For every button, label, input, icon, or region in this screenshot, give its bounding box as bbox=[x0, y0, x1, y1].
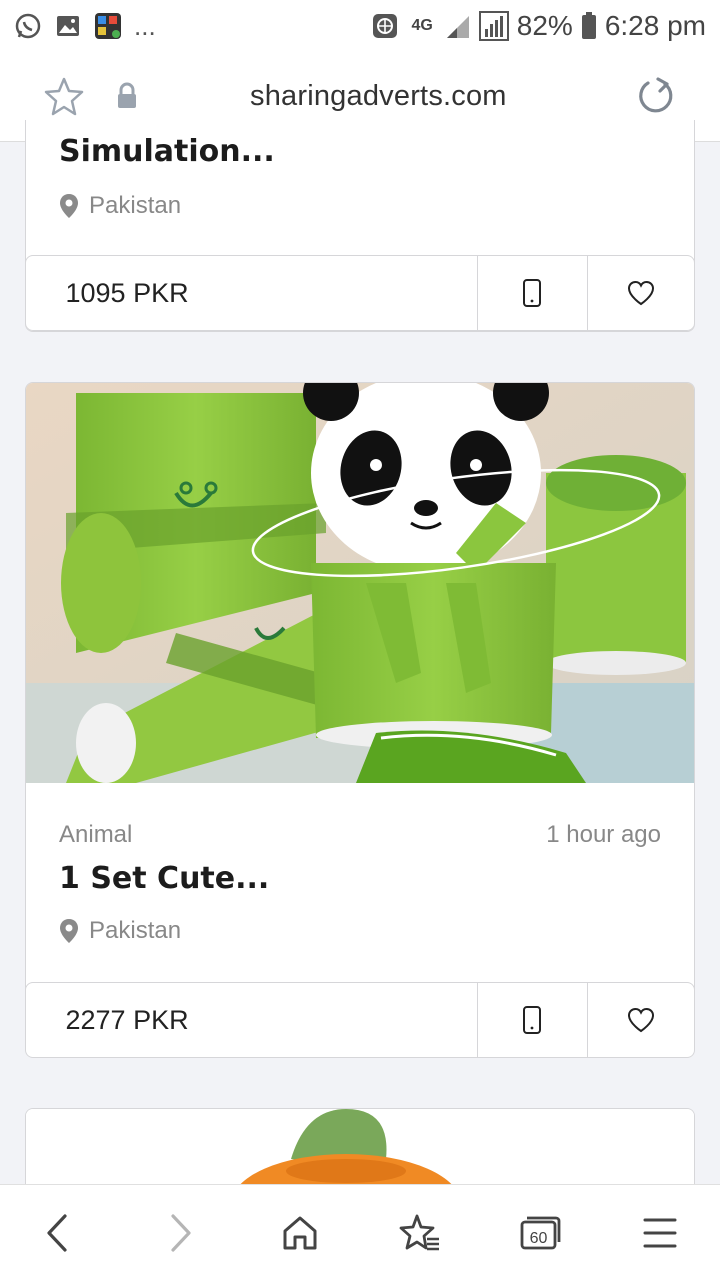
lock-icon[interactable] bbox=[116, 82, 138, 110]
forward-button[interactable] bbox=[158, 1211, 202, 1255]
price: 2277 PKR bbox=[26, 983, 478, 1057]
listing-title[interactable]: 1 Set Cute... bbox=[59, 861, 269, 896]
whatsapp-icon bbox=[15, 13, 41, 39]
listing-card[interactable]: Animal 1 hour ago 1 Set Cute... Pakistan… bbox=[25, 382, 695, 1058]
listing-location: Pakistan bbox=[59, 917, 181, 945]
bookmarks-button[interactable] bbox=[398, 1211, 442, 1255]
listing-posted-time: 1 hour ago bbox=[546, 821, 661, 848]
tabs-count: 60 bbox=[530, 1230, 548, 1247]
listing-location: Pakistan bbox=[59, 192, 181, 220]
reload-icon[interactable] bbox=[636, 76, 676, 116]
tabs-button[interactable]: 60 bbox=[518, 1211, 562, 1255]
hamburger-menu-icon bbox=[643, 1218, 677, 1248]
listing-action-bar: 2277 PKR bbox=[26, 982, 694, 1057]
back-arrow-icon bbox=[47, 1214, 67, 1252]
location-text: Pakistan bbox=[89, 192, 182, 219]
favorite-button[interactable] bbox=[588, 256, 694, 330]
signal-icon-2 bbox=[478, 11, 509, 41]
forward-arrow-icon bbox=[171, 1214, 191, 1252]
home-icon bbox=[283, 1216, 317, 1250]
heart-icon bbox=[627, 1007, 654, 1033]
location-text: Pakistan bbox=[89, 917, 182, 944]
call-button[interactable] bbox=[478, 983, 588, 1057]
heart-icon bbox=[627, 280, 654, 306]
location-pin-icon bbox=[60, 919, 78, 943]
url-text[interactable]: sharingadverts.com bbox=[250, 80, 507, 113]
status-bar: ... 4G 82% 6:28 pm bbox=[0, 0, 720, 52]
listing-title[interactable]: Simulation... bbox=[59, 134, 275, 169]
battery-percent: 82% bbox=[516, 10, 573, 41]
bookmark-star-icon[interactable] bbox=[44, 76, 84, 116]
network-type: 4G bbox=[411, 17, 433, 34]
notification-more: ... bbox=[134, 10, 156, 41]
battery-icon bbox=[581, 12, 596, 39]
bookmarks-star-icon bbox=[399, 1214, 439, 1251]
favorite-button[interactable] bbox=[588, 983, 694, 1057]
listing-category: Animal bbox=[59, 821, 133, 848]
gallery-icon bbox=[57, 16, 79, 36]
location-pin-icon bbox=[60, 194, 78, 218]
signal-icon-1 bbox=[446, 16, 469, 38]
menu-button[interactable] bbox=[638, 1211, 682, 1255]
back-button[interactable] bbox=[36, 1211, 80, 1255]
listing-action-bar: 1095 PKR bbox=[26, 255, 694, 331]
vpn-globe-icon bbox=[373, 14, 398, 38]
home-button[interactable] bbox=[278, 1211, 322, 1255]
listing-card[interactable]: Simulation... Pakistan 1095 PKR bbox=[25, 120, 695, 332]
app-notification-icon bbox=[95, 13, 121, 39]
call-button[interactable] bbox=[478, 256, 588, 330]
phone-icon bbox=[523, 279, 541, 307]
browser-bottom-nav: 60 bbox=[0, 1184, 720, 1280]
phone-icon bbox=[523, 1006, 541, 1034]
tabs-icon: 60 bbox=[520, 1216, 561, 1250]
listing-image[interactable] bbox=[26, 383, 695, 783]
price: 1095 PKR bbox=[26, 256, 478, 330]
clock: 6:28 pm bbox=[604, 10, 706, 41]
